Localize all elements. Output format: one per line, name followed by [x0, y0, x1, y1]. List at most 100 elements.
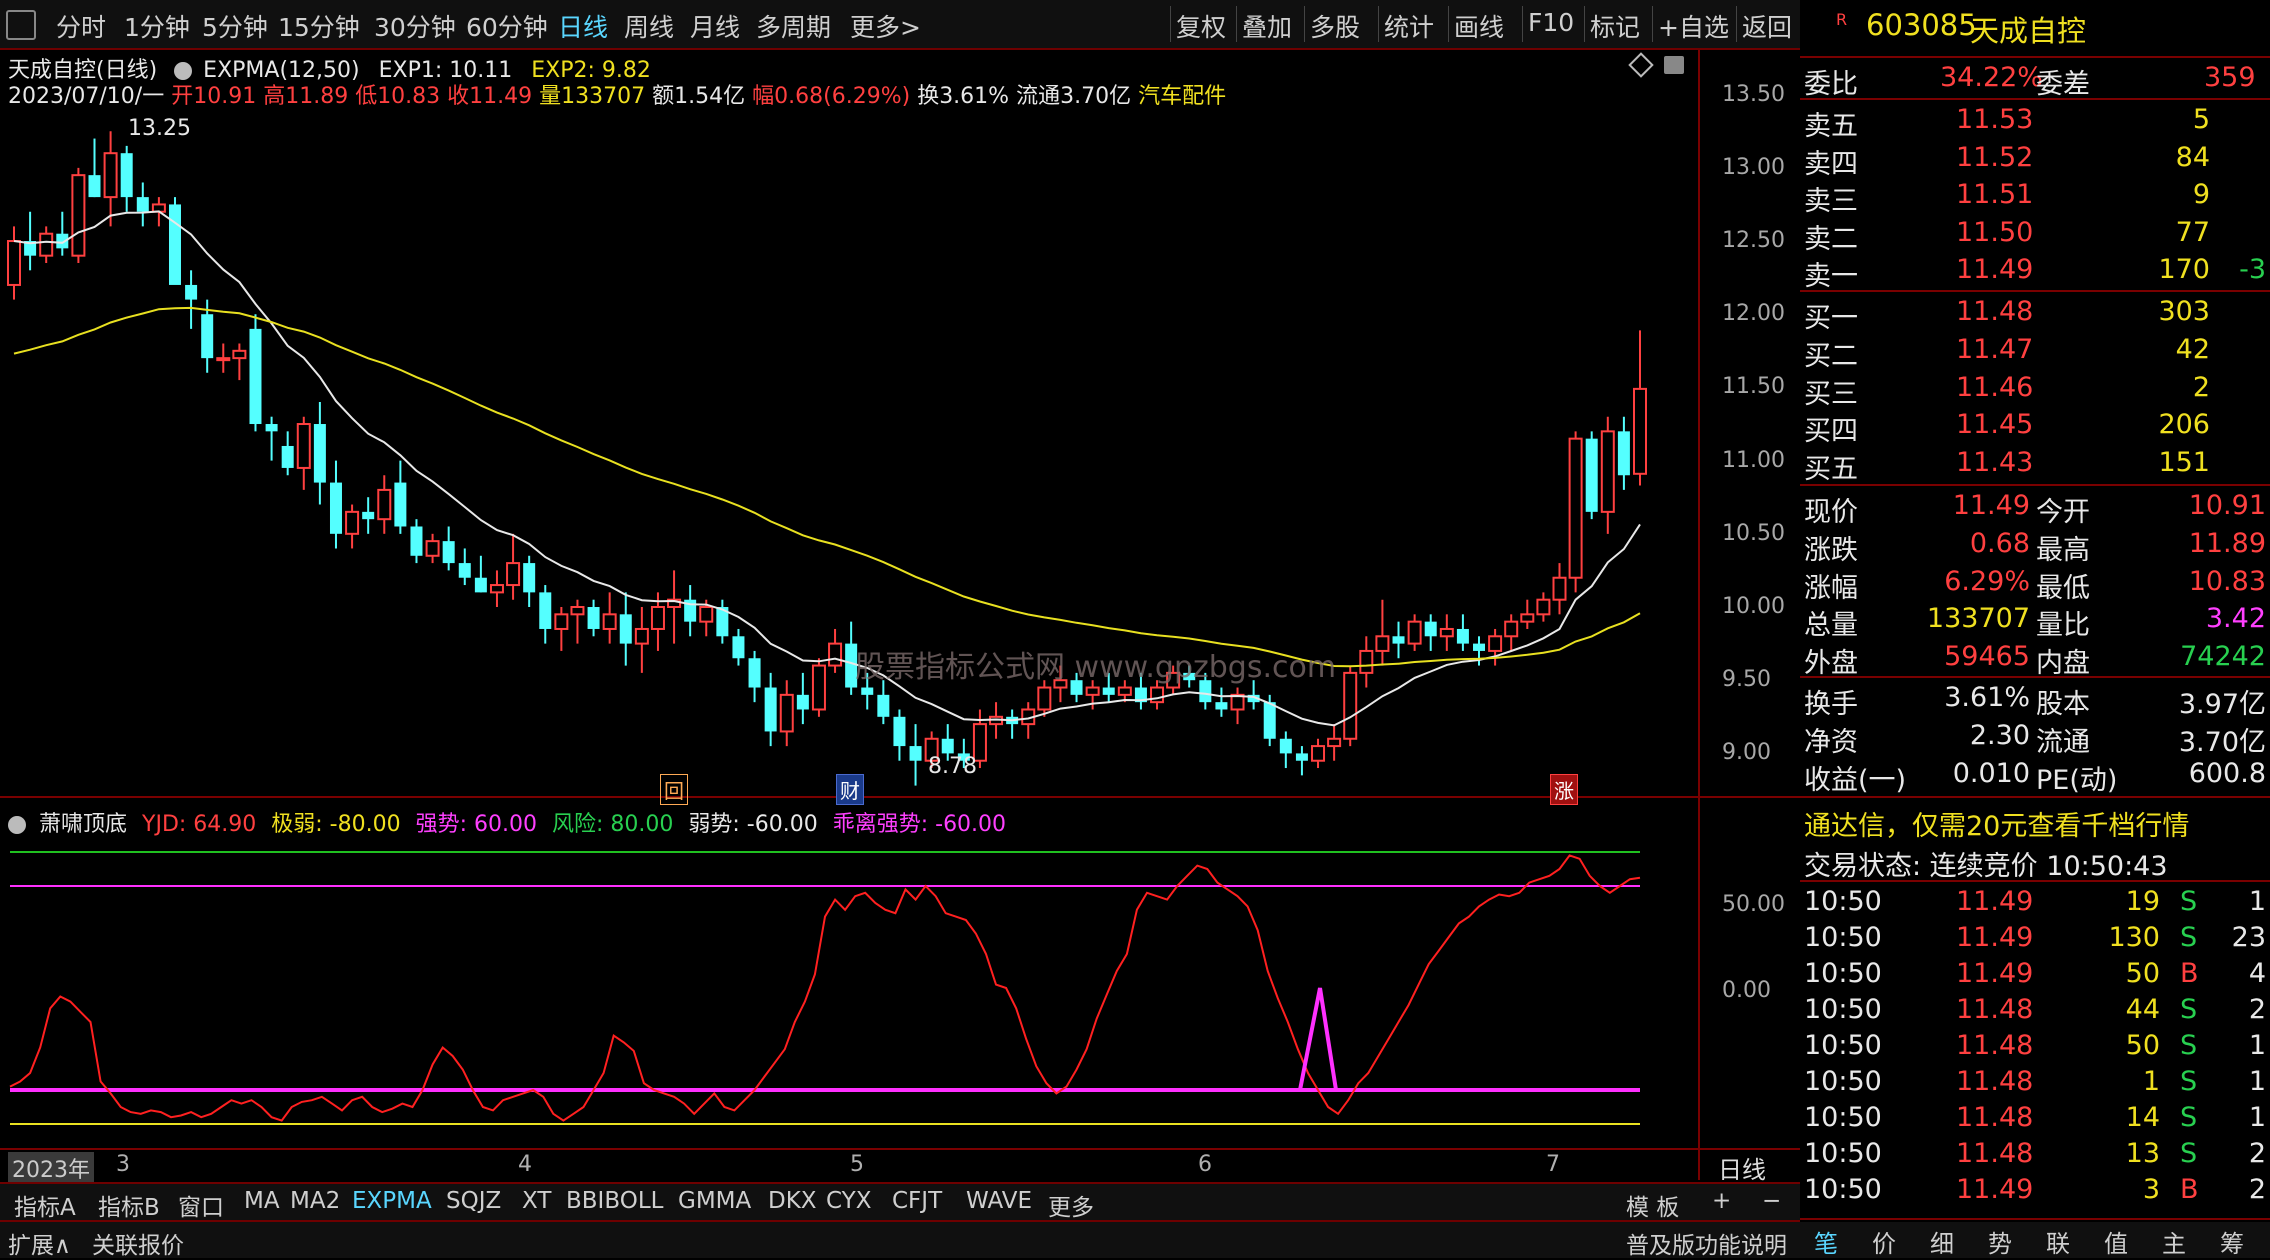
detail-tab-4[interactable]: 联 — [2046, 1224, 2070, 1259]
indicator-tab-2[interactable]: 窗口 — [178, 1188, 224, 1222]
month-6: 6 — [1198, 1152, 1212, 1177]
toolbar-separator — [1304, 6, 1305, 42]
period-tab-5[interactable]: 60分钟 — [466, 8, 548, 44]
indicator-tab-14[interactable]: 更多 — [1048, 1188, 1094, 1222]
time-axis: 2023年 3 4 5 6 7 — [0, 1150, 1698, 1184]
detail-tab-5[interactable]: 值 — [2104, 1224, 2128, 1259]
period-tab-6[interactable]: 日线 — [558, 8, 608, 44]
toolbar-btn-5[interactable]: F10 — [1528, 8, 1574, 37]
candle — [410, 519, 423, 564]
indicator-tab-1[interactable]: 指标B — [98, 1188, 160, 1222]
candle — [458, 548, 471, 586]
period-tab-1[interactable]: 1分钟 — [124, 8, 190, 44]
quote-label: 最高 — [2036, 534, 2090, 566]
indicator-tab-3[interactable]: MA — [244, 1188, 280, 1214]
detail-tab-6[interactable]: 主 — [2162, 1224, 2186, 1259]
detail-tab-7[interactable]: 筹 — [2220, 1224, 2244, 1259]
toolbar-btn-0[interactable]: 复权 — [1176, 8, 1226, 44]
candle — [1279, 731, 1292, 769]
toolbar-btn-2[interactable]: 多股 — [1310, 8, 1360, 44]
candle — [602, 592, 617, 644]
toolbar-btn-8[interactable]: 返回 — [1742, 8, 1792, 44]
quote-value: 11.89 — [2188, 527, 2266, 559]
candle — [56, 211, 69, 256]
period-tab-8[interactable]: 月线 — [690, 8, 740, 44]
promo-row[interactable]: 通达信，仅需20元查看千档行情 — [1800, 802, 2270, 842]
toolbar-btn-1[interactable]: 叠加 — [1242, 8, 1292, 44]
remove-pane-icon[interactable]: − — [1762, 1188, 1781, 1214]
detail-tab-0[interactable]: 笔 — [1814, 1224, 1838, 1259]
period-tab-3[interactable]: 15分钟 — [278, 8, 360, 44]
toolbar-separator — [1170, 6, 1171, 42]
candle — [1568, 431, 1583, 593]
feature-info-link[interactable]: 普及版功能说明 — [1626, 1226, 1787, 1260]
promo-text[interactable]: 通达信，仅需20元查看千档行情 — [1804, 804, 2189, 843]
indicator-tab-0[interactable]: 指标A — [14, 1188, 76, 1222]
price-axis-label: 9.00 — [1722, 740, 1771, 766]
candle — [296, 416, 311, 490]
tick-volume: 44 — [2125, 994, 2160, 1025]
candle — [1343, 665, 1358, 747]
fund-value: 0.010 — [1952, 758, 2030, 789]
candle — [877, 680, 890, 725]
divider — [1800, 56, 2270, 58]
detail-tab-3[interactable]: 势 — [1988, 1224, 2012, 1259]
add-pane-icon[interactable]: + — [1712, 1188, 1731, 1214]
ask-price: 11.50 — [1956, 216, 2034, 248]
toolbar-btn-4[interactable]: 画线 — [1454, 8, 1504, 44]
template-button[interactable]: 模 板 — [1626, 1188, 1679, 1222]
indicator-tab-9[interactable]: GMMA — [678, 1188, 751, 1214]
indicator-tab-5[interactable]: EXPMA — [352, 1188, 432, 1214]
window-restore-icon[interactable] — [6, 10, 36, 40]
quote-value: 133707 — [1926, 603, 2030, 635]
month-5: 5 — [850, 1152, 864, 1177]
indicator-tab-11[interactable]: CYX — [826, 1188, 871, 1214]
indicator-chart[interactable] — [0, 798, 1698, 1148]
bid-label: 买一 — [1804, 303, 1858, 334]
tick-side: S — [2180, 886, 2198, 917]
price-axis-label: 12.00 — [1722, 301, 1785, 327]
detail-tab-2[interactable]: 细 — [1930, 1224, 1954, 1259]
related-quote-button[interactable]: 关联报价 — [92, 1226, 184, 1260]
time-axis-year: 2023年 — [8, 1152, 94, 1184]
chart-area[interactable]: 天成自控(日线) EXPMA(12,50) EXP1: 10.11 EXP2: … — [0, 50, 1800, 1184]
candle — [249, 314, 262, 432]
indicator-tab-6[interactable]: SQJZ — [446, 1188, 501, 1214]
period-tab-2[interactable]: 5分钟 — [202, 8, 268, 44]
period-tab-0[interactable]: 分时 — [56, 8, 106, 44]
period-label[interactable]: 日线 — [1718, 1150, 1766, 1185]
period-tab-9[interactable]: 多周期 — [756, 8, 831, 44]
fund-row: 收益(一) 0.010 PE(动) 600.8 — [1800, 756, 2270, 796]
candlestick-chart[interactable] — [0, 50, 1698, 796]
indicator-tab-10[interactable]: DKX — [768, 1188, 817, 1214]
ask-label: 卖一 — [1804, 261, 1858, 292]
indicator-tab-7[interactable]: XT — [522, 1188, 551, 1214]
candle — [377, 475, 392, 534]
quote-value: 11.49 — [1952, 490, 2030, 521]
detail-tab-1[interactable]: 价 — [1872, 1224, 1896, 1259]
period-tab-10[interactable]: 更多> — [850, 8, 921, 44]
candle — [1021, 702, 1036, 739]
month-3: 3 — [116, 1152, 130, 1177]
toolbar-btn-7[interactable]: +自选 — [1658, 8, 1729, 44]
price-axis-label: 12.50 — [1722, 228, 1785, 254]
toolbar-btn-6[interactable]: 标记 — [1590, 8, 1640, 44]
fund-value: 2.30 — [1969, 720, 2030, 751]
period-tab-4[interactable]: 30分钟 — [374, 8, 456, 44]
indicator-tab-8[interactable]: BBIBOLL — [566, 1188, 663, 1214]
quote-label: 总量 — [1804, 610, 1858, 642]
indicator-tab-12[interactable]: CFJT — [892, 1188, 942, 1214]
expand-button[interactable]: 扩展∧ — [8, 1226, 71, 1260]
period-tab-7[interactable]: 周线 — [624, 8, 674, 44]
candle — [732, 628, 745, 666]
candle — [554, 607, 569, 651]
bid-price: 11.46 — [1956, 371, 2034, 403]
toolbar-btn-3[interactable]: 统计 — [1384, 8, 1434, 44]
indicator-tab-13[interactable]: WAVE — [966, 1188, 1032, 1214]
candle — [811, 658, 826, 717]
quote-value: 6.29% — [1944, 565, 2030, 597]
quote-label: 量比 — [2036, 610, 2090, 642]
ask-row: 卖二 11.50 77 — [1800, 215, 2270, 255]
indicator-tab-4[interactable]: MA2 — [290, 1188, 340, 1214]
candle — [88, 138, 101, 198]
